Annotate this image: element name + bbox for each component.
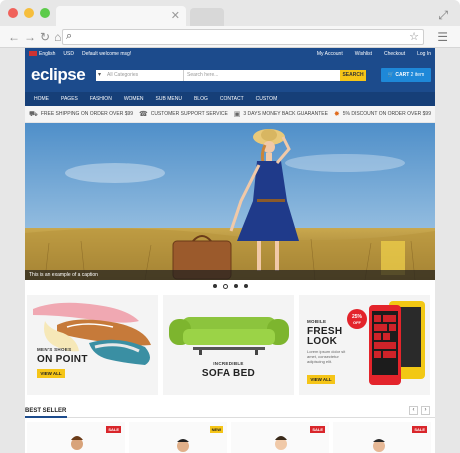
nav-custom[interactable]: CUSTOM: [250, 96, 284, 102]
nav-blog[interactable]: BLOG: [188, 96, 214, 102]
search-button[interactable]: SEARCH: [340, 70, 366, 81]
info-support: ☎ CUSTOMER SUPPORT SERVICE: [138, 111, 228, 118]
sale-badge: SALE: [310, 426, 325, 433]
maximize-window-button[interactable]: [40, 8, 50, 18]
welcome-message: Default welcome msg!: [81, 50, 132, 57]
site-header: eclipse All Categories ▾ Search here... …: [25, 59, 435, 92]
promo-shoes-subtitle: MEN'S SHOES: [37, 347, 72, 352]
cart-button[interactable]: 🛒 CART 2 item: [381, 68, 431, 82]
category-select[interactable]: All Categories ▾: [96, 70, 184, 81]
back-icon[interactable]: ←: [8, 30, 20, 44]
main-navigation: HOME PAGES FASHION WOMEN SUB MENU BLOG C…: [25, 92, 435, 106]
bookmark-star-icon[interactable]: ☆: [409, 30, 419, 43]
slider-dot[interactable]: [243, 284, 248, 288]
hero-caption: This is an example of a caption: [25, 270, 435, 280]
reload-icon[interactable]: ↻: [40, 30, 50, 44]
nav-contact[interactable]: CONTACT: [214, 96, 250, 102]
window-controls: [8, 8, 50, 18]
nav-fashion[interactable]: FASHION: [84, 96, 118, 102]
hero-image: [25, 123, 435, 280]
section-title-underline: [25, 416, 67, 418]
nav-women[interactable]: WOMEN: [118, 96, 150, 102]
best-seller-title: BEST SELLER: [25, 408, 67, 414]
info-discount: ✸ 5% DISCOUNT ON ORDER OVER $99: [333, 111, 431, 118]
browser-toolbar: ← → ↻ ⌂ ⌕ ☆ ☰: [0, 26, 460, 48]
nav-pages[interactable]: PAGES: [55, 96, 84, 102]
browser-tab-new[interactable]: [190, 8, 224, 26]
promo-shoes-title: ON POINT: [37, 354, 88, 365]
language-selector[interactable]: English: [29, 51, 55, 57]
sofa-bed-image: [169, 317, 289, 355]
search-input[interactable]: Search here...: [184, 70, 340, 81]
cart-icon: 🛒: [387, 72, 394, 78]
carousel-prev-button[interactable]: ‹: [409, 406, 418, 415]
promo-mobile[interactable]: MOBILE FRESH LOOK Lorem ipsum dolor sit …: [299, 295, 430, 395]
hero-slider[interactable]: This is an example of a caption: [25, 123, 435, 280]
promo-shoes[interactable]: MEN'S SHOES ON POINT VIEW ALL: [27, 295, 158, 395]
service-strip: ⛟ FREE SHIPPING ON ORDER OVER $99 ☎ CUST…: [25, 106, 435, 123]
web-page: English USD Default welcome msg! My Acco…: [25, 48, 435, 453]
flag-icon: [29, 51, 37, 56]
product-card[interactable]: NEW: [129, 422, 227, 453]
minimize-window-button[interactable]: [24, 8, 34, 18]
info-free-shipping: ⛟ FREE SHIPPING ON ORDER OVER $99: [29, 110, 134, 118]
promo-sofa[interactable]: INCREDIBLE SOFA BED: [163, 295, 294, 395]
promo-sofa-title: SOFA BED: [201, 368, 256, 379]
best-seller-section: BEST SELLER ‹ › SALE NEW SALE SALE: [25, 404, 435, 453]
product-card[interactable]: SALE: [27, 422, 125, 453]
money-back-icon: ▣: [233, 111, 241, 118]
truck-icon: ⛟: [29, 110, 38, 118]
login-link[interactable]: Log In: [417, 51, 431, 57]
sale-badge: SALE: [106, 426, 121, 433]
new-badge: NEW: [209, 426, 223, 433]
close-window-button[interactable]: [8, 8, 18, 18]
home-icon[interactable]: ⌂: [54, 30, 61, 44]
section-divider: [25, 417, 435, 418]
browser-tab-active[interactable]: ✕: [56, 6, 186, 26]
discount-badge-label: OFF: [353, 320, 361, 325]
address-bar[interactable]: ⌕ ☆: [62, 29, 424, 45]
wishlist-link[interactable]: Wishlist: [355, 51, 372, 57]
checkout-link[interactable]: Checkout: [384, 51, 405, 57]
expand-icon[interactable]: ⤢: [438, 8, 448, 23]
chevron-down-icon: ▾: [98, 72, 102, 78]
slider-pagination: [25, 284, 435, 289]
search-bar: All Categories ▾ Search here... SEARCH: [96, 70, 366, 81]
discount-star-icon: ✸: [333, 111, 340, 118]
view-all-shoes-button[interactable]: VIEW ALL: [37, 369, 65, 378]
close-tab-icon[interactable]: ✕: [171, 9, 180, 22]
currency-selector[interactable]: USD: [63, 51, 74, 57]
product-card[interactable]: SALE: [231, 422, 329, 453]
nav-sub-menu[interactable]: SUB MENU: [150, 96, 188, 102]
top-bar: English USD Default welcome msg! My Acco…: [25, 48, 435, 59]
product-card[interactable]: SALE: [333, 422, 431, 453]
sale-badge: SALE: [412, 426, 427, 433]
forward-icon[interactable]: →: [24, 30, 36, 44]
slider-dot[interactable]: [212, 284, 217, 288]
hamburger-icon[interactable]: ☰: [437, 30, 448, 44]
promo-sofa-subtitle: INCREDIBLE: [213, 361, 244, 366]
search-icon: ⌕: [66, 30, 73, 42]
carousel-next-button[interactable]: ›: [421, 406, 430, 415]
nav-home[interactable]: HOME: [28, 96, 55, 102]
site-logo[interactable]: eclipse: [31, 65, 86, 85]
slider-dot[interactable]: [233, 284, 238, 288]
my-account-link[interactable]: My Account: [317, 51, 343, 57]
shoes-image: [33, 302, 151, 365]
slider-dot-active[interactable]: [222, 284, 228, 289]
scrollbar[interactable]: [435, 48, 448, 453]
phones-image: [347, 301, 425, 385]
headset-icon: ☎: [138, 111, 148, 118]
info-money-back: ▣ 3 DAYS MONEY BACK GUARANTEE: [233, 111, 328, 118]
